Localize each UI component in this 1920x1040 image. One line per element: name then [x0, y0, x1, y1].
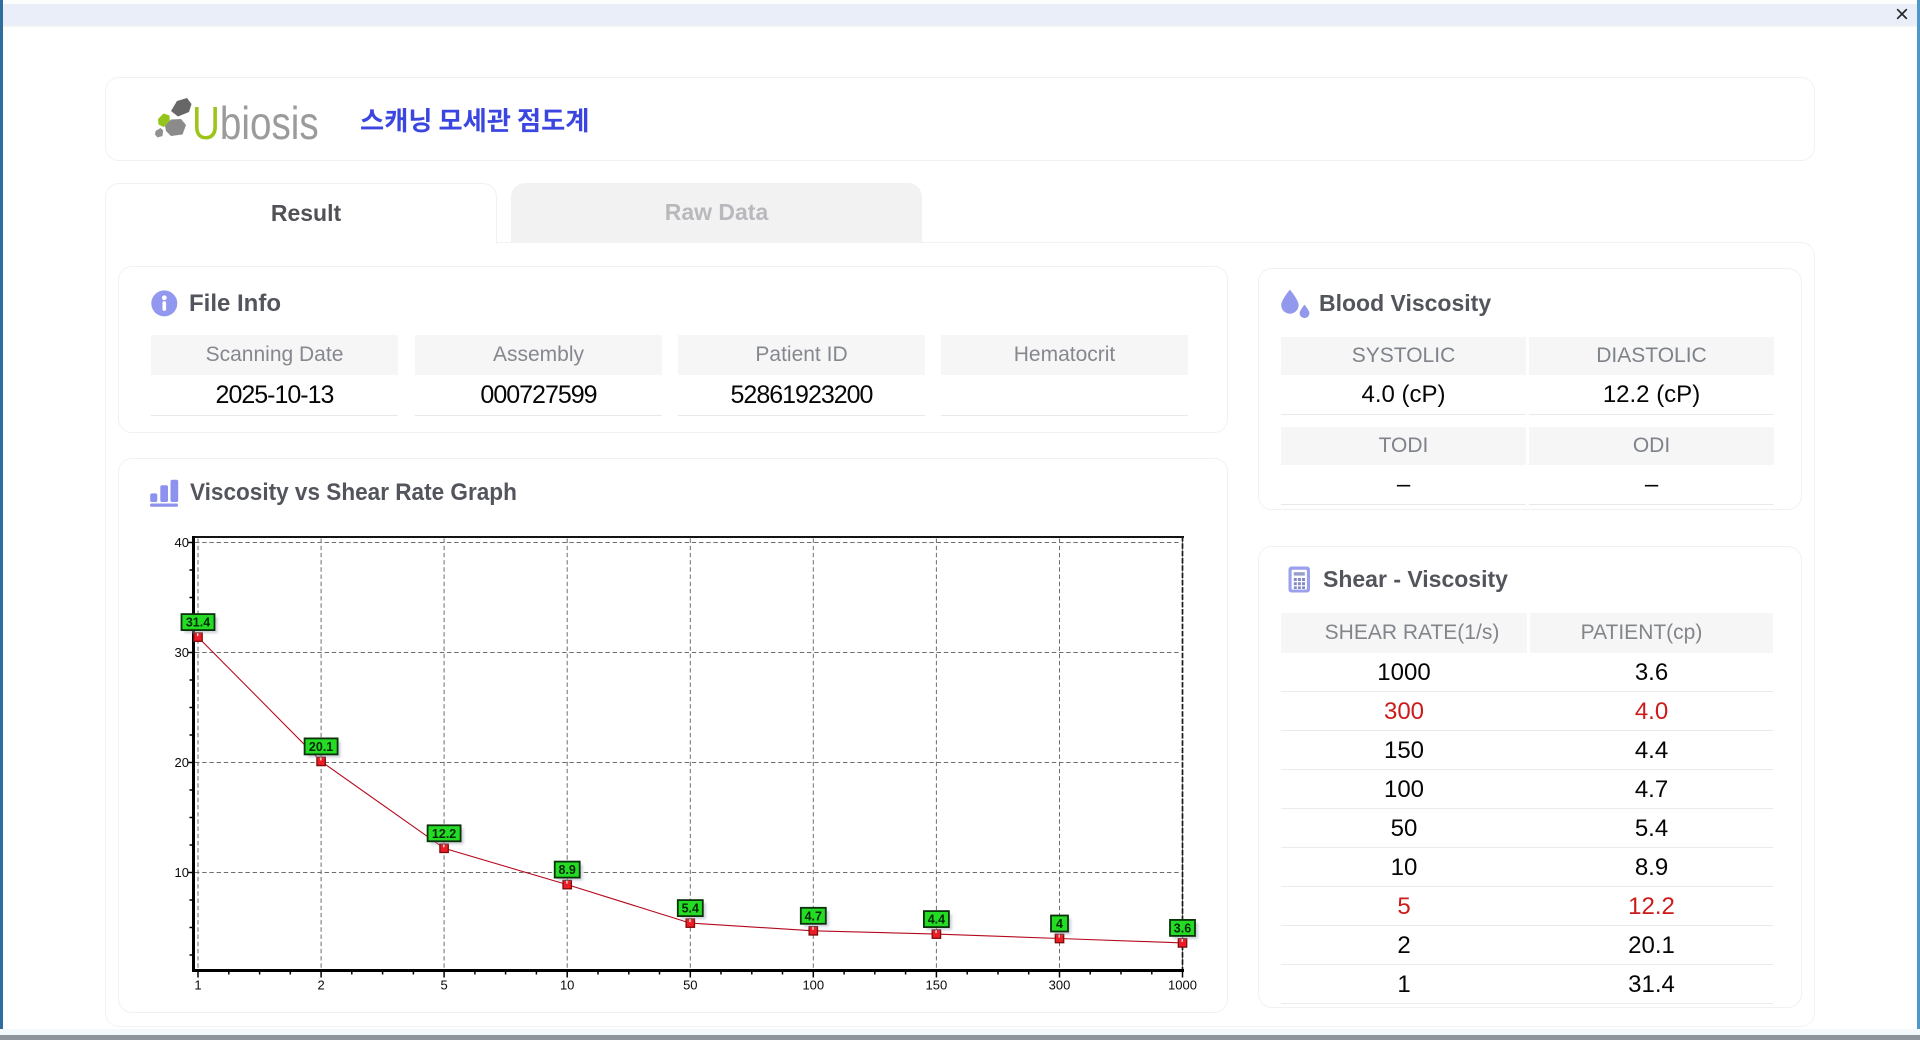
svg-text:5.4: 5.4 [682, 902, 699, 916]
svg-text:2: 2 [317, 978, 324, 993]
svg-text:40: 40 [175, 535, 189, 550]
svg-text:10: 10 [560, 978, 574, 993]
svg-text:30: 30 [175, 645, 189, 660]
svg-text:300: 300 [1049, 978, 1071, 993]
svg-text:4: 4 [1056, 917, 1063, 931]
svg-text:31.4: 31.4 [186, 616, 210, 630]
svg-text:50: 50 [683, 978, 697, 993]
svg-text:10: 10 [175, 865, 189, 880]
svg-text:1000: 1000 [1168, 978, 1197, 993]
svg-text:8.9: 8.9 [559, 863, 576, 877]
svg-text:5: 5 [440, 978, 447, 993]
svg-text:150: 150 [926, 978, 948, 993]
svg-text:1: 1 [194, 978, 201, 993]
svg-text:4.7: 4.7 [805, 909, 822, 923]
svg-text:12.2: 12.2 [432, 827, 456, 841]
svg-text:20: 20 [175, 755, 189, 770]
svg-text:20.1: 20.1 [309, 740, 333, 754]
svg-text:4.4: 4.4 [928, 913, 945, 927]
svg-text:3.6: 3.6 [1174, 921, 1191, 935]
svg-text:100: 100 [802, 978, 824, 993]
